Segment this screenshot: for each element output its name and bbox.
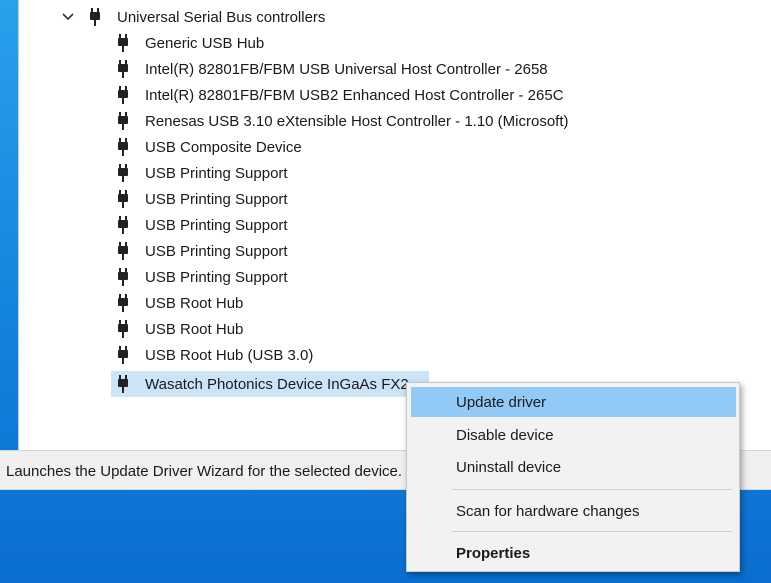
usb-plug-icon: [117, 33, 129, 53]
usb-plug-icon: [117, 111, 129, 131]
menu-item-label: Scan for hardware changes: [456, 502, 640, 520]
tree-item-device[interactable]: USB Printing Support: [117, 212, 290, 238]
menu-item-label: Disable device: [456, 426, 554, 444]
tree-item-label: Wasatch Photonics Device InGaAs FX2: [143, 374, 411, 394]
menu-item-update-driver[interactable]: Update driver: [411, 387, 736, 417]
tree-item-label: USB Root Hub: [145, 294, 244, 312]
tree-item-label: Intel(R) 82801FB/FBM USB Universal Host …: [145, 60, 548, 78]
usb-plug-icon: [117, 293, 129, 313]
tree-item-label: USB Printing Support: [145, 190, 288, 208]
usb-plug-icon: [117, 163, 129, 183]
tree-item-label: USB Printing Support: [145, 268, 288, 286]
tree-item-label: USB Composite Device: [145, 138, 302, 156]
tree-item-label: USB Root Hub: [145, 320, 244, 338]
usb-plug-icon: [117, 215, 129, 235]
tree-item-device[interactable]: USB Printing Support: [117, 264, 290, 290]
menu-item-label: Update driver: [456, 393, 547, 411]
usb-plug-icon: [117, 319, 129, 339]
chevron-down-icon[interactable]: [61, 10, 75, 24]
menu-item-disable-device[interactable]: Disable device: [411, 420, 736, 450]
tree-item-device[interactable]: USB Printing Support: [117, 186, 290, 212]
tree-item-device[interactable]: USB Printing Support: [117, 160, 290, 186]
tree-item-label: Renesas USB 3.10 eXtensible Host Control…: [145, 112, 569, 130]
tree-item-device[interactable]: USB Root Hub: [117, 290, 245, 316]
usb-plug-icon: [117, 241, 129, 261]
tree-item-device[interactable]: Intel(R) 82801FB/FBM USB Universal Host …: [117, 56, 550, 82]
menu-item-scan-hardware[interactable]: Scan for hardware changes: [411, 496, 736, 526]
tree-item-device[interactable]: USB Root Hub (USB 3.0): [117, 342, 315, 368]
usb-plug-icon: [117, 345, 129, 365]
usb-plug-icon: [89, 7, 101, 27]
context-menu: Update driver Disable device Uninstall d…: [406, 382, 740, 572]
usb-plug-icon: [117, 137, 129, 157]
status-text: Launches the Update Driver Wizard for th…: [6, 463, 403, 480]
tree-item-label: Generic USB Hub: [145, 34, 265, 52]
menu-item-properties[interactable]: Properties: [411, 538, 736, 568]
usb-plug-icon: [117, 85, 129, 105]
usb-plug-icon: [117, 374, 129, 394]
menu-item-label: Properties: [456, 544, 531, 562]
tree-node-label: Universal Serial Bus controllers: [117, 8, 326, 26]
tree-item-device[interactable]: Intel(R) 82801FB/FBM USB2 Enhanced Host …: [117, 82, 566, 108]
tree-item-label: USB Printing Support: [145, 242, 288, 260]
menu-separator: [452, 531, 732, 532]
usb-plug-icon: [117, 189, 129, 209]
tree-item-device[interactable]: USB Printing Support: [117, 238, 290, 264]
tree-item-label: Intel(R) 82801FB/FBM USB2 Enhanced Host …: [145, 86, 564, 104]
menu-item-label: Uninstall device: [456, 458, 562, 476]
tree-item-device[interactable]: Generic USB Hub: [117, 30, 266, 56]
menu-item-uninstall-device[interactable]: Uninstall device: [411, 452, 736, 482]
tree-item-label: USB Root Hub (USB 3.0): [145, 346, 314, 364]
tree-item-label: USB Printing Support: [145, 164, 288, 182]
menu-separator: [452, 489, 732, 490]
tree-item-label: USB Printing Support: [145, 216, 288, 234]
usb-plug-icon: [117, 267, 129, 287]
tree-node-usb-controllers[interactable]: Universal Serial Bus controllers: [61, 4, 327, 30]
tree-item-device[interactable]: Renesas USB 3.10 eXtensible Host Control…: [117, 108, 571, 134]
tree-item-device[interactable]: USB Root Hub: [117, 316, 245, 342]
usb-plug-icon: [117, 59, 129, 79]
tree-item-device[interactable]: USB Composite Device: [117, 134, 304, 160]
tree-item-device-selected[interactable]: Wasatch Photonics Device InGaAs FX2: [117, 371, 411, 397]
